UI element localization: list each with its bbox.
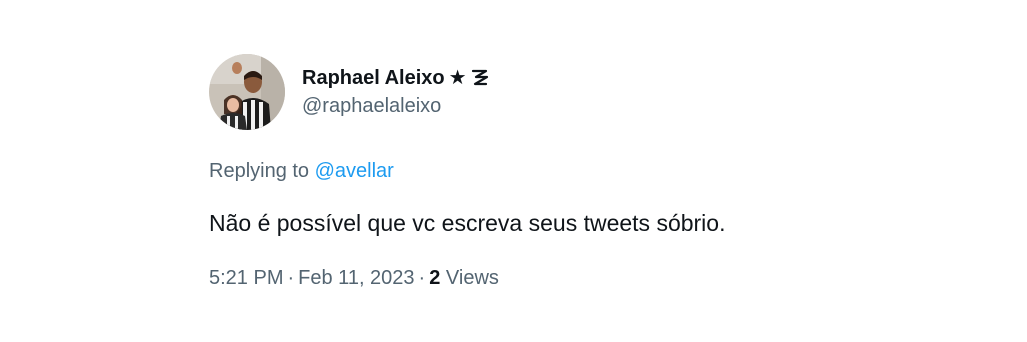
replying-to-mention-link[interactable]: @avellar <box>315 160 394 182</box>
tweet-text: Não é possível que vc escreva seus tweet… <box>209 210 726 236</box>
views-count[interactable]: 2 <box>429 267 440 289</box>
tweet-date[interactable]: Feb 11, 2023 <box>298 267 414 289</box>
meta-separator: · <box>418 267 426 289</box>
star-icon: ★ <box>448 67 467 89</box>
avatar[interactable] <box>209 54 285 130</box>
tweet-meta: 5:21 PM · Feb 11, 2023 · 2 Views <box>209 265 829 291</box>
views-label[interactable]: Views <box>446 267 499 289</box>
botafogo-star-badge-icon <box>471 68 489 88</box>
replying-to-line: Replying to @avellar <box>209 158 829 184</box>
author-names: Raphael Aleixo ★ @raphaelaleixo <box>302 65 489 119</box>
replying-to-label: Replying to <box>209 160 310 182</box>
avatar-photo <box>209 54 285 130</box>
author-handle[interactable]: @raphaelaleixo <box>302 93 489 119</box>
tweet-time[interactable]: 5:21 PM <box>209 267 283 289</box>
author-display-name-row[interactable]: Raphael Aleixo ★ <box>302 65 489 91</box>
tweet: Raphael Aleixo ★ @raphaelaleixo Replying… <box>209 54 829 291</box>
tweet-header: Raphael Aleixo ★ @raphaelaleixo <box>209 54 829 130</box>
meta-separator: · <box>287 267 295 289</box>
author-display-name[interactable]: Raphael Aleixo <box>302 65 445 91</box>
